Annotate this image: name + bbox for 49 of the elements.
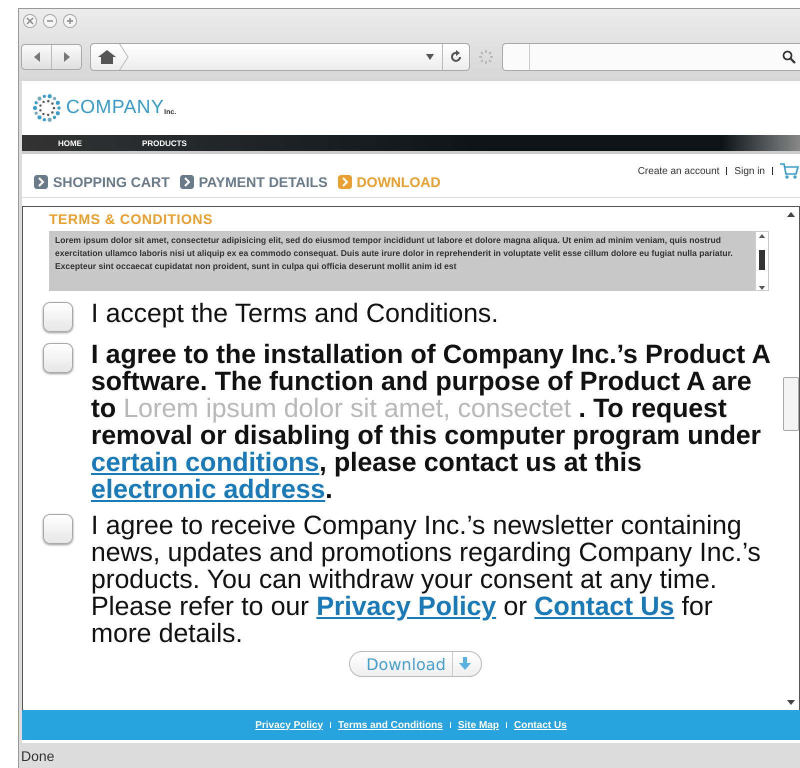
breadcrumb-chevron-icon [119,44,129,70]
chevron-icon [34,175,48,189]
checkout-step: DOWNLOAD [338,174,441,190]
home-icon[interactable] [97,49,117,65]
scrollbar[interactable] [755,231,769,291]
status-text: Done [21,748,54,764]
zoom-button[interactable] [63,14,77,28]
checkbox[interactable] [43,514,73,544]
checkout-step: PAYMENT DETAILS [180,174,328,190]
dropdown-icon[interactable] [426,54,434,60]
agreement-text: I agree to receive Company Inc.’s newsletter containing news, updates and promotions regarding Company Inc.’s products. You can withdraw your consent at any time. Please refer to our Privacy Policy or Contact Us for more details. [91,512,762,647]
address-field[interactable] [90,43,470,71]
checkout-step: SHOPPING CART [34,174,170,190]
footer-link[interactable]: Site Map [458,720,499,730]
checkbox[interactable] [43,343,73,373]
search-icon[interactable] [782,50,796,64]
search-field[interactable] [502,43,800,71]
download-arrow-icon [458,657,471,671]
terms-text-area[interactable]: Lorem ipsum dolor sit amet, consectetur adipisicing elit, sed do eiusmod tempor incididunt ut labore et dolore magna aliqua. Ut enim ad minim veniam, quis nostrud exercitation ullamco laboris nisi ut aliquip ex ea commodo consequat. Duis aute irure dolor in reprehenderit in voluptate velit esse cillum dolore eu fugiat nulla pariatur. Excepteur sint occaecat cupidatat non proident, sunt in culpa qui officia deserunt mollit anim id est [49,231,769,291]
cart-icon[interactable] [780,162,800,180]
agreement-text: I agree to the installation of Company Inc.’s Product A software. The function and purpose of Product A are to Lorem ipsum dolor sit amet, consectet . To request removal or disabling of this computer program under certain conditions, please contact us at this electronic address. [91,341,771,503]
footer-link[interactable]: Contact Us [514,720,567,730]
scroll-down-icon[interactable] [786,700,794,706]
back-icon [32,52,40,62]
chevron-icon [180,175,194,189]
chevron-icon [338,175,352,189]
footer-link[interactable]: Terms and Conditions [338,720,443,730]
text-link[interactable]: electronic address [91,474,326,504]
forward-icon [62,52,70,62]
plus-icon [66,17,74,25]
minimize-button[interactable] [43,14,57,28]
account-link[interactable]: Sign in [734,166,765,176]
close-icon [26,17,34,25]
agreement-text: I accept the Terms and Conditions. [91,300,500,330]
text-link[interactable]: certain conditions [91,447,320,477]
company-logo-text: COMPANY [66,97,164,119]
download-button[interactable]: Download [349,651,482,677]
scrollbar-thumb[interactable] [783,377,799,431]
footer-link[interactable]: Privacy Policy [255,720,324,730]
reload-icon [449,50,463,64]
loading-icon [478,49,494,65]
scroll-up-icon[interactable] [786,211,794,217]
nav-link[interactable]: PRODUCTS [142,138,187,148]
nav-link[interactable]: HOME [58,138,82,148]
close-button[interactable] [23,14,37,28]
section-title: TERMS & CONDITIONS [49,211,214,227]
account-link[interactable]: Create an account [638,166,720,176]
logo-icon [32,93,62,123]
checkbox[interactable] [43,302,73,332]
